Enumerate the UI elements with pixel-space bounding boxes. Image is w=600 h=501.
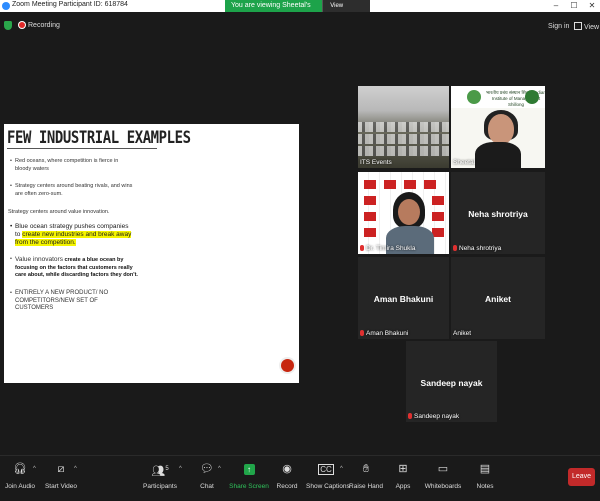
participant-name: ITS Events [360,159,392,166]
maximize-icon[interactable]: ☐ [566,0,582,12]
speaker-video-icon [488,114,514,144]
highlighted-text: create new industries and break away fro… [15,231,132,246]
view-label: View [584,24,600,31]
view-button[interactable]: View [574,22,599,31]
video-tile-sandeep[interactable]: Sandeep nayak Sandeep nayak [406,341,497,422]
zoom-logo-icon [2,2,10,10]
captions-chevron-icon[interactable]: ^ [340,466,343,472]
video-tile-neha[interactable]: Neha shrotriya Neha shrotriya [451,172,545,254]
video-tile-timira-shukla[interactable]: Dr. Timira Shukla [358,172,449,254]
slide-bullet-2: • Strategy centers around beating rivals,… [10,183,133,197]
raise-hand-button[interactable]: ✋︎ Raise Hand [346,463,386,490]
muted-mic-icon [360,245,364,251]
video-tile-sheetal[interactable]: भारतीय प्रबंध संस्थान शिलांग Indian Inst… [451,86,545,168]
slide-title: FEW INDUSTRIAL EXAMPLES [7,128,191,148]
muted-mic-icon [408,413,412,419]
audience-video-icon [358,86,449,168]
share-screen-button[interactable]: ↑ Share Screen [229,463,269,490]
video-tile-aniket[interactable]: Aniket Aniket [451,257,545,339]
viewing-text: You are viewing Sheetal's screen [225,0,323,21]
participant-name: Dr. Timira Shukla [360,245,416,252]
people-icon: 👥︎ [151,465,166,478]
participant-name-center: Sandeep nayak [420,378,483,388]
leave-button[interactable]: Leave [568,468,595,486]
participant-name-center: Aman Bhakuni [373,294,434,304]
meeting-top-strip [0,12,600,38]
audio-options-chevron-icon[interactable]: ^ [33,466,36,472]
notes-button[interactable]: ▤ Notes [465,463,505,490]
participant-name: Aman Bhakuni [360,330,408,337]
participant-name-center: Neha shrotriya [468,209,528,219]
slide-plain-text: Strategy centers around value innovation… [8,209,110,215]
recording-icon [19,22,25,28]
video-tile-aman[interactable]: Aman Bhakuni Aman Bhakuni [358,257,449,339]
whiteboards-button[interactable]: ▭ Whiteboards [423,463,463,490]
view-options-button[interactable]: View Options⌄ [322,0,370,21]
viewing-banner: You are viewing Sheetal's screen View Op… [225,0,370,21]
video-tile-its-events[interactable]: ITS Events [358,86,449,168]
slide-logo-icon [281,359,294,372]
muted-mic-icon [360,330,364,336]
slide-bullet-5: • ENTIRELY A NEW PRODUCT/ NO COMPETITORS/… [10,290,109,311]
chat-chevron-icon[interactable]: ^ [218,466,221,472]
share-arrow-icon: ↑ [243,464,255,475]
participant-name: Sandeep nayak [408,413,459,420]
recording-label: Recording [28,22,60,29]
iim-emblem-icon [525,90,539,104]
close-icon[interactable]: ✕ [584,0,600,12]
participants-count: 5 [165,466,169,472]
chat-bubble-icon: 💬︎ [200,463,214,475]
slide-bullet-4: • Value innovators create a blue ocean by… [10,256,138,278]
video-options-chevron-icon[interactable]: ^ [74,466,77,472]
record-icon: ◉ [282,463,292,475]
security-shield-icon[interactable] [4,21,12,30]
grid-view-icon [574,22,582,30]
participant-name: Neha shrotriya [453,245,501,252]
participant-name-center: Aniket [485,294,511,304]
slide-bullet-1: • Red oceans, where competition is fierce… [10,158,119,172]
apps-icon: ⊞ [398,463,408,475]
window-title: Zoom Meeting Participant ID: 618784 [12,1,128,8]
apps-button[interactable]: ⊞ Apps [383,463,423,490]
participants-chevron-icon[interactable]: ^ [179,466,182,472]
muted-mic-icon [453,245,457,251]
notes-icon: ▤ [479,463,491,475]
whiteboard-icon: ▭ [437,463,449,475]
hand-icon: ✋︎ [362,463,370,475]
shared-screen-slide: FEW INDUSTRIAL EXAMPLES • Red oceans, whe… [4,124,299,383]
participants-button[interactable]: 👥︎5 Participants [140,463,180,490]
iim-logo-icon [467,90,481,104]
title-underline [7,148,157,149]
slide-bullet-3: • Blue ocean strategy pushes companies to… [10,223,132,246]
chat-button[interactable]: 💬︎ Chat [187,463,227,490]
participant-name: Sheetal [453,159,476,166]
minimize-icon[interactable]: – [548,0,564,12]
speaker-video-icon [398,199,420,225]
record-button[interactable]: ◉ Record [267,463,307,490]
sign-in-link[interactable]: Sign in [548,23,569,30]
participant-name: Aniket [453,330,472,337]
